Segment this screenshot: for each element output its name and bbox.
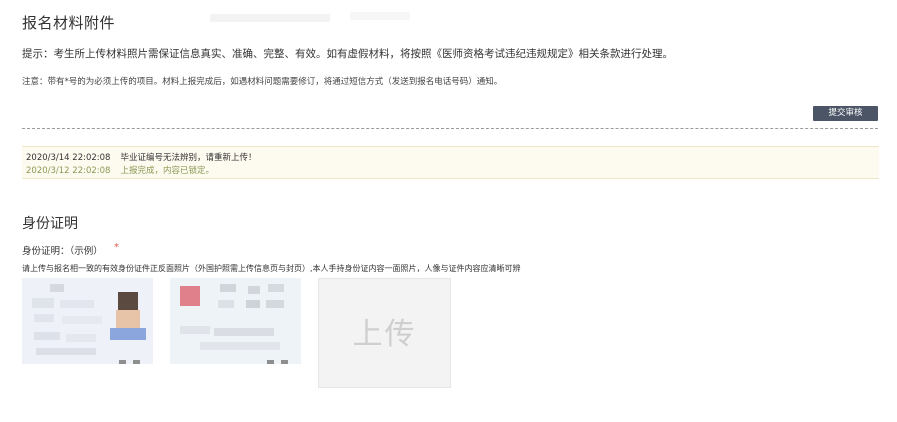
log-time: 2020/3/12 22:02:08 <box>26 166 111 176</box>
upload-photo-button[interactable]: 上传 <box>318 278 451 388</box>
log-entry: 2020/3/14 22:02:08 毕业证编号无法辨别，请重新上传！ <box>26 151 256 163</box>
pixelated-block <box>246 300 260 308</box>
pixelated-block <box>200 342 280 350</box>
section-title-attachments: 报名材料附件 <box>22 14 116 32</box>
delete-photo-icon[interactable] <box>267 360 295 364</box>
log-entry: 2020/3/12 22:02:08 上报完成，内容已锁定。 <box>26 164 214 176</box>
pixelated-block <box>62 316 102 324</box>
portrait-hair <box>118 292 138 310</box>
log-message: 毕业证编号无法辨别，请重新上传！ <box>120 153 257 163</box>
log-time: 2020/3/14 22:02:08 <box>26 153 111 163</box>
dashed-divider <box>22 128 878 129</box>
pixelated-block <box>220 284 236 292</box>
pixelated-block <box>268 284 284 292</box>
pixelated-block <box>66 334 96 342</box>
delete-photo-icon[interactable] <box>119 360 147 364</box>
submit-review-button[interactable]: 提交审核 <box>813 106 878 121</box>
pixelated-block <box>36 348 96 355</box>
identity-description: 请上传与报名相一致的有效身份证件正反面照片（外国护照需上传信息页与封页）,本人手… <box>22 264 521 273</box>
uploaded-id-photo-2[interactable] <box>170 278 301 364</box>
pixelated-block <box>214 328 274 336</box>
identity-field-label: 身份证明：（示例） <box>22 243 103 257</box>
portrait-face <box>116 310 140 328</box>
pixelated-block <box>32 298 54 308</box>
section-title-identity: 身份证明 <box>22 216 78 232</box>
identity-label-text: 身份证明： <box>22 246 70 257</box>
upload-tip-text: 提示：考生所上传材料照片需保证信息真实、准确、完整、有效。如有虚假材料，将按照《… <box>22 48 673 60</box>
upload-note-text: 注意：带有*号的为必须上传的项目。材料上报完成后，如遇材料问题需要修订，将通过短… <box>22 77 503 87</box>
log-message: 上报完成，内容已锁定。 <box>120 166 214 176</box>
pixelated-block <box>34 314 54 322</box>
pixelated-block <box>34 332 60 340</box>
blurred-header-text <box>350 12 410 20</box>
example-link[interactable]: （示例） <box>70 246 103 257</box>
blurred-header-text <box>210 14 330 22</box>
emblem-block <box>180 286 200 306</box>
required-mark: * <box>114 242 119 253</box>
pixelated-block <box>248 286 260 294</box>
pixelated-block <box>266 300 284 308</box>
uploaded-id-photo-1[interactable] <box>22 278 153 364</box>
pixelated-block <box>218 300 234 308</box>
review-log-box: 2020/3/14 22:02:08 毕业证编号无法辨别，请重新上传！ 2020/… <box>22 146 879 179</box>
pixelated-block <box>50 284 64 292</box>
upload-label: 上传 <box>352 317 417 352</box>
pixelated-block <box>60 300 94 308</box>
pixelated-block <box>180 326 210 334</box>
portrait-shirt <box>110 328 146 340</box>
